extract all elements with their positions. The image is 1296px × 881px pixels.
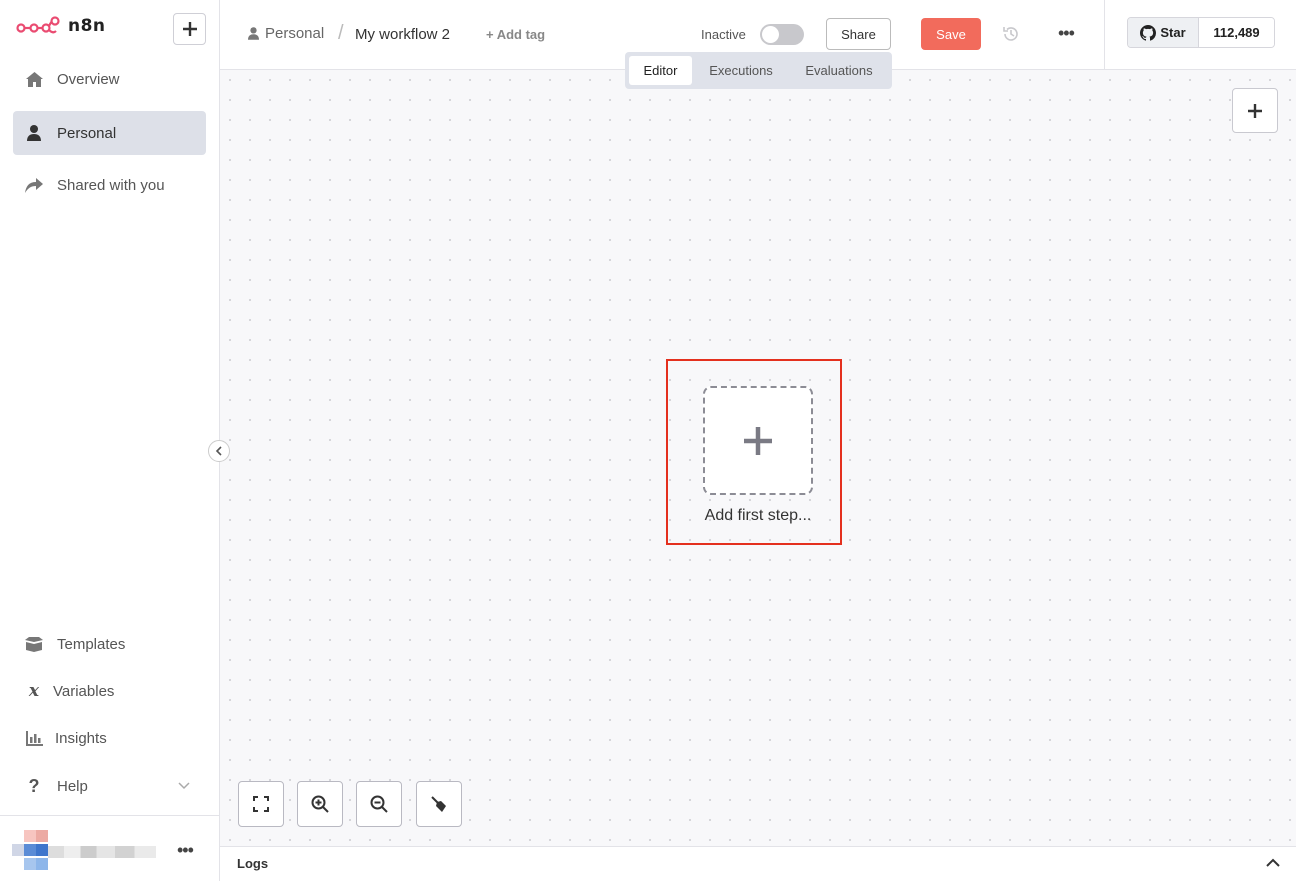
view-tabs: Editor Executions Evaluations <box>625 52 892 89</box>
tab-editor[interactable]: Editor <box>629 56 692 85</box>
divider <box>1104 0 1105 70</box>
sidebar-item-label: Templates <box>57 635 126 653</box>
tidy-up-button[interactable] <box>416 781 462 827</box>
sidebar-item-label: Variables <box>53 682 115 700</box>
sidebar-item-templates[interactable]: Templates <box>13 622 206 666</box>
workflow-canvas[interactable]: Add first step... <box>220 70 1296 846</box>
status-label: Inactive <box>701 27 746 42</box>
sidebar-item-insights[interactable]: Insights <box>13 716 206 760</box>
github-star-label: Star <box>1160 25 1186 40</box>
github-star-count[interactable]: 112,489 <box>1199 18 1274 47</box>
sidebar-item-shared[interactable]: Shared with you <box>13 163 206 207</box>
sidebar-item-help[interactable]: ? Help <box>13 764 206 808</box>
logo-text: n8n <box>68 16 106 36</box>
save-button[interactable]: Save <box>921 18 981 50</box>
workflow-name[interactable]: My workflow 2 <box>355 26 450 43</box>
zoom-out-button[interactable] <box>356 781 402 827</box>
tab-evaluations[interactable]: Evaluations <box>790 56 888 85</box>
sidebar-item-overview[interactable]: Overview <box>13 57 206 101</box>
share-button[interactable]: Share <box>826 18 891 50</box>
sidebar-item-label: Overview <box>57 70 120 88</box>
avatar <box>12 830 48 870</box>
chevron-down-icon <box>178 782 190 790</box>
plus-icon <box>1248 103 1262 118</box>
sidebar-item-personal[interactable]: Personal <box>13 111 206 155</box>
create-new-button[interactable] <box>173 13 206 45</box>
activate-toggle[interactable] <box>760 24 804 45</box>
more-options-button[interactable]: ••• <box>1058 23 1075 44</box>
breadcrumb-separator: / <box>338 22 344 44</box>
more-icon[interactable]: ••• <box>177 840 194 861</box>
zoom-out-icon <box>370 795 388 813</box>
sidebar-item-label: Insights <box>55 729 107 747</box>
breadcrumb-project: Personal <box>265 25 325 42</box>
question-icon: ? <box>28 775 40 796</box>
chevron-left-icon <box>215 446 222 456</box>
zoom-to-fit-button[interactable] <box>238 781 284 827</box>
user-menu[interactable]: ••• <box>0 815 219 881</box>
sidebar-item-variables[interactable]: x Variables <box>13 669 206 713</box>
user-icon <box>248 27 259 40</box>
zoom-in-button[interactable] <box>297 781 343 827</box>
add-first-step-label[interactable]: Add first step... <box>674 507 842 525</box>
logs-label: Logs <box>237 856 269 871</box>
add-tag-button[interactable]: + Add tag <box>486 27 545 42</box>
user-icon <box>25 124 43 142</box>
github-icon <box>1140 24 1157 41</box>
add-first-step-button[interactable] <box>703 386 813 495</box>
breadcrumb[interactable]: Personal <box>248 25 324 42</box>
variable-icon: x <box>28 681 40 701</box>
add-node-button[interactable] <box>1232 88 1278 133</box>
n8n-logo-icon <box>16 16 60 34</box>
collapse-sidebar-button[interactable] <box>208 440 230 462</box>
n8n-logo[interactable]: n8n <box>16 16 106 36</box>
broom-icon <box>431 796 446 812</box>
zoom-in-icon <box>311 795 329 813</box>
user-name-redacted <box>48 846 156 858</box>
tab-executions[interactable]: Executions <box>694 56 788 85</box>
box-icon <box>25 635 43 653</box>
github-star-button[interactable]: Star <box>1128 18 1199 47</box>
plus-icon <box>182 22 197 36</box>
toggle-knob <box>762 26 779 43</box>
plus-icon <box>744 426 772 455</box>
sidebar-item-label: Help <box>57 777 88 795</box>
sidebar-item-label: Shared with you <box>57 176 165 194</box>
logs-panel[interactable]: Logs <box>220 846 1296 881</box>
chart-icon <box>25 729 43 747</box>
sidebar-item-label: Personal <box>57 124 117 142</box>
chevron-up-icon[interactable] <box>1266 858 1280 867</box>
history-icon[interactable] <box>1002 25 1020 43</box>
github-star-widget[interactable]: Star 112,489 <box>1127 17 1275 48</box>
share-icon <box>25 176 43 194</box>
sidebar: n8n Overview Personal Shared with you Te… <box>0 0 220 881</box>
fit-view-icon <box>253 796 269 812</box>
home-icon <box>25 70 43 88</box>
